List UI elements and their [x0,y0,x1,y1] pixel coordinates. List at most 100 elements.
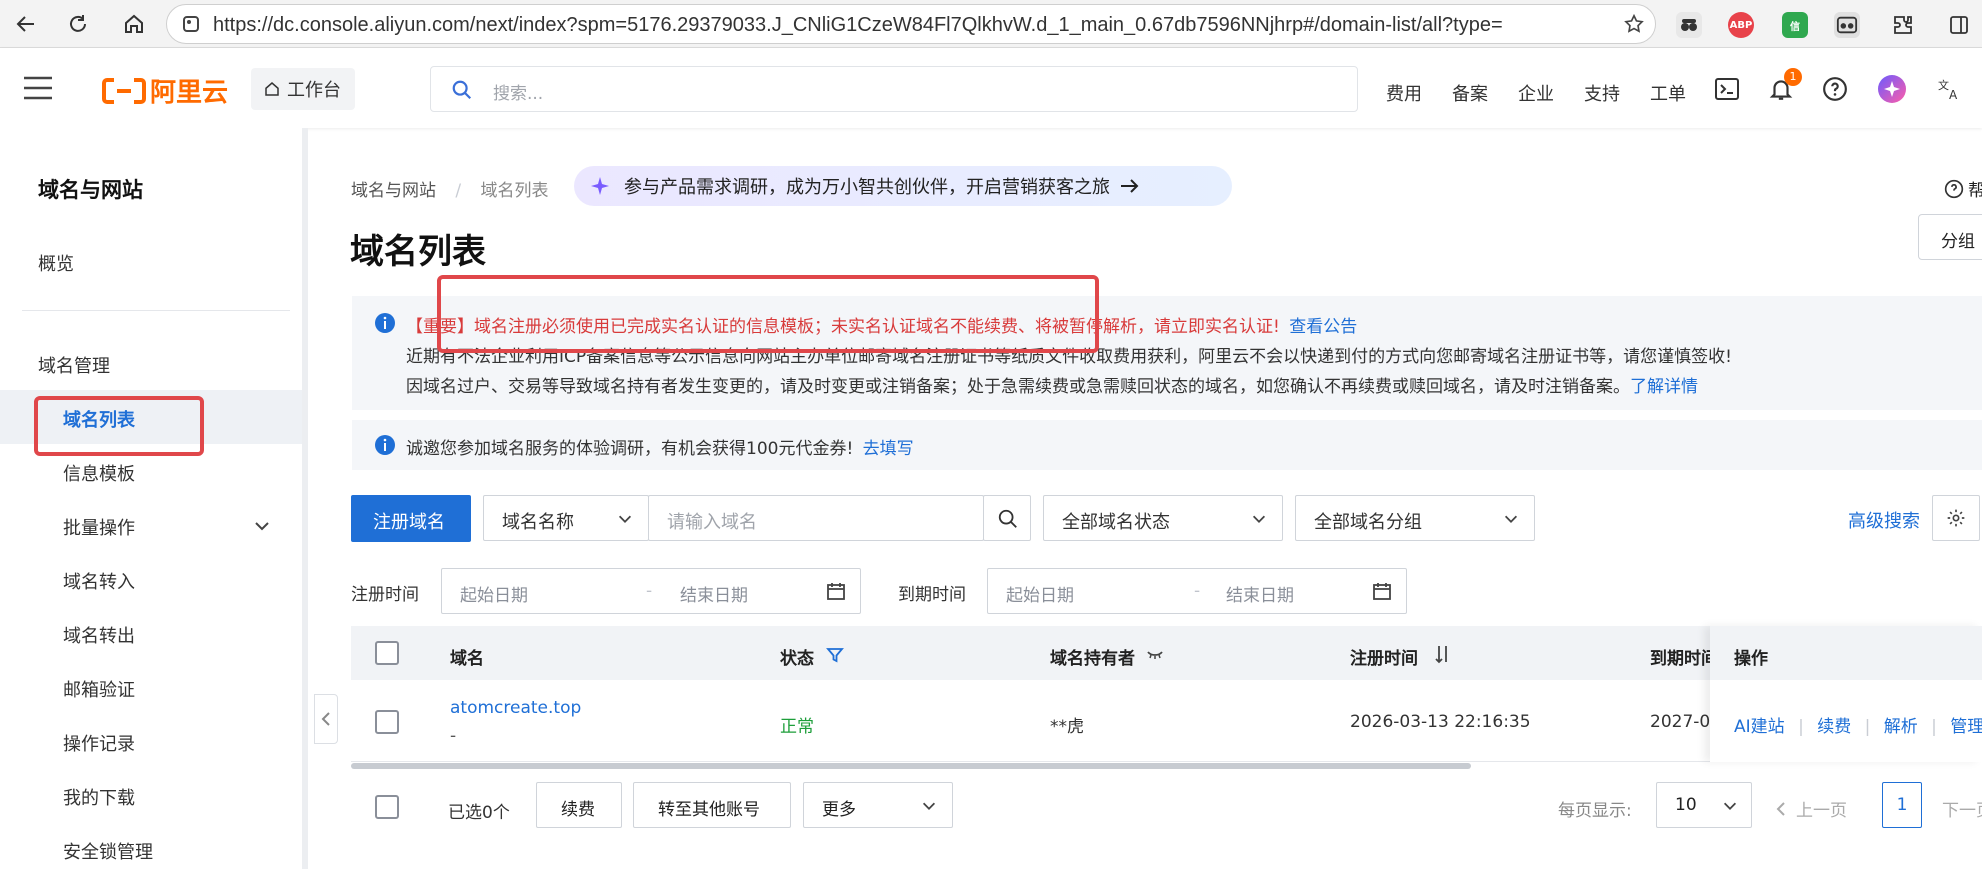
site-info-icon[interactable] [181,14,201,38]
domain-link[interactable]: atomcreate.top [450,698,581,718]
notification-badge: 1 [1784,68,1802,86]
view-announcement-link[interactable]: 查看公告 [1289,317,1357,337]
table-settings-button[interactable] [1932,495,1980,541]
glasses-extension-icon[interactable] [1834,12,1860,38]
filter-icon[interactable] [826,646,844,664]
batch-renew-button[interactable]: 续费 [536,782,622,828]
domain-input-placeholder: 请输入域名 [667,512,757,533]
help-circle-icon [1944,179,1964,198]
info-icon [375,435,395,455]
reg-start-date: 起始日期 [460,586,528,606]
domain-sub-text: - [450,726,457,746]
register-domain-button[interactable]: 注册域名 [351,495,471,542]
arrow-right-icon [1121,179,1139,193]
bookmark-star-icon[interactable] [1623,13,1645,39]
language-switch-icon[interactable]: 文A [1938,77,1962,105]
domain-status-select[interactable]: 全部域名状态 [1043,495,1283,541]
nav-link-enterprise[interactable]: 企业 [1518,80,1554,106]
sidebar-item-batch-operations[interactable]: 批量操作 [63,514,135,540]
nav-link-icp[interactable]: 备案 [1452,80,1488,106]
domain-name-input[interactable]: 请输入域名 [648,495,984,541]
learn-more-link[interactable]: 了解详情 [1630,377,1698,397]
nav-link-fees[interactable]: 费用 [1386,80,1422,106]
survey-fill-link[interactable]: 去填写 [863,439,914,459]
url-text: https://dc.console.aliyun.com/next/index… [213,14,1503,36]
sidebar-panel-icon[interactable] [1946,12,1972,38]
ai-assistant-icon[interactable] [1878,75,1906,103]
footer-select-all-checkbox[interactable] [375,795,399,819]
info-icon [375,313,395,333]
col-holder: 域名持有者 [1050,649,1135,669]
more-actions-label: 更多 [822,800,856,820]
col-reg-time: 注册时间 [1350,649,1418,669]
green-extension-icon[interactable]: 信 [1782,12,1808,38]
promo-text: 参与产品需求调研，成为万小智共创伙伴，开启营销获客之旅 [624,177,1110,198]
sort-icon[interactable] [1434,644,1452,664]
chevron-down-icon [1252,515,1266,523]
spy-extension-icon[interactable] [1676,12,1702,38]
ai-build-site-link[interactable]: AI建站 [1734,717,1785,737]
domain-group-select[interactable]: 全部域名分组 [1295,495,1535,541]
nav-link-tickets[interactable]: 工单 [1650,80,1686,106]
extensions-puzzle-icon[interactable] [1890,12,1916,38]
sidebar-item-info-template[interactable]: 信息模板 [63,460,135,486]
action-separator: | [1798,717,1804,737]
group-manage-button[interactable]: 分组 [1918,214,1982,260]
notice-line-3-text: 因域名过户、交易等导致域名持有者发生变更的，请及时变更或注销备案；处于急需续费或… [406,377,1630,397]
back-icon[interactable] [12,10,40,38]
more-actions-select[interactable]: 更多 [803,782,953,828]
home-icon [265,82,279,96]
next-page-button[interactable]: 下一页 [1942,796,1982,821]
sidebar-item-domain-transfer-out[interactable]: 域名转出 [63,622,135,648]
transfer-account-button[interactable]: 转至其他账号 [633,782,791,828]
console-search-input[interactable]: 搜索... [430,66,1358,112]
workbench-button[interactable]: 工作台 [251,68,355,110]
dns-resolve-link[interactable]: 解析 [1884,717,1918,737]
sidebar-item-overview[interactable]: 概览 [38,250,74,276]
reload-icon[interactable] [64,10,92,38]
col-exp-time: 到期时间 [1650,649,1712,669]
sidebar-item-operation-log[interactable]: 操作记录 [63,730,135,756]
help-circle-icon[interactable] [1822,76,1848,106]
search-field-select[interactable]: 域名名称 [483,495,649,541]
exp-date-range-picker[interactable]: 起始日期 - 结束日期 [987,568,1407,614]
col-status: 状态 [780,649,814,669]
sidebar-item-security-lock[interactable]: 安全锁管理 [63,838,153,864]
advanced-search-link[interactable]: 高级搜索 [1848,507,1920,533]
nav-link-support[interactable]: 支持 [1584,80,1620,106]
per-page-select[interactable]: 10 [1656,782,1752,828]
home-icon[interactable] [120,10,148,38]
sidebar-item-email-verification[interactable]: 邮箱验证 [63,676,135,702]
reg-date-range-picker[interactable]: 起始日期 - 结束日期 [441,568,861,614]
breadcrumb-separator: / [455,181,462,201]
notification-bell-icon[interactable]: 1 [1768,68,1802,106]
row-checkbox[interactable] [375,710,399,734]
horizontal-scrollbar[interactable] [351,763,1471,769]
eye-closed-icon[interactable] [1146,648,1164,662]
breadcrumb-root[interactable]: 域名与网站 [351,181,436,201]
hamburger-menu-icon[interactable] [22,75,54,105]
sidebar-item-domain-transfer-in[interactable]: 域名转入 [63,568,135,594]
page-title: 域名列表 [350,232,486,272]
renew-link[interactable]: 续费 [1817,717,1851,737]
terminal-icon[interactable] [1715,78,1739,104]
chevron-down-icon[interactable] [252,516,272,540]
sidebar-item-my-downloads[interactable]: 我的下载 [63,784,135,810]
promo-banner[interactable]: 参与产品需求调研，成为万小智共创伙伴，开启营销获客之旅 [574,166,1232,206]
holder-name: **虎 [1050,717,1084,737]
page-1-button[interactable]: 1 [1882,782,1922,828]
address-bar[interactable]: https://dc.console.aliyun.com/next/index… [166,4,1656,44]
help-link[interactable]: 帮 [1944,176,1982,201]
exp-end-date: 结束日期 [1226,586,1294,606]
adblock-icon[interactable]: ABP [1728,12,1754,38]
chevron-left-icon [1776,801,1785,816]
manage-link[interactable]: 管理 [1950,717,1982,737]
console-header: 阿里云 工作台 搜索... 费用 备案 企业 支持 工单 1 文A [0,48,1982,128]
breadcrumb-current: 域名列表 [480,181,549,201]
aliyun-logo[interactable]: 阿里云 [102,72,228,109]
action-separator: | [1931,717,1937,737]
domain-search-button[interactable] [983,495,1031,541]
sidebar-collapse-handle[interactable] [314,694,338,744]
prev-page-button[interactable]: 上一页 [1774,796,1847,821]
select-all-checkbox[interactable] [375,641,399,665]
